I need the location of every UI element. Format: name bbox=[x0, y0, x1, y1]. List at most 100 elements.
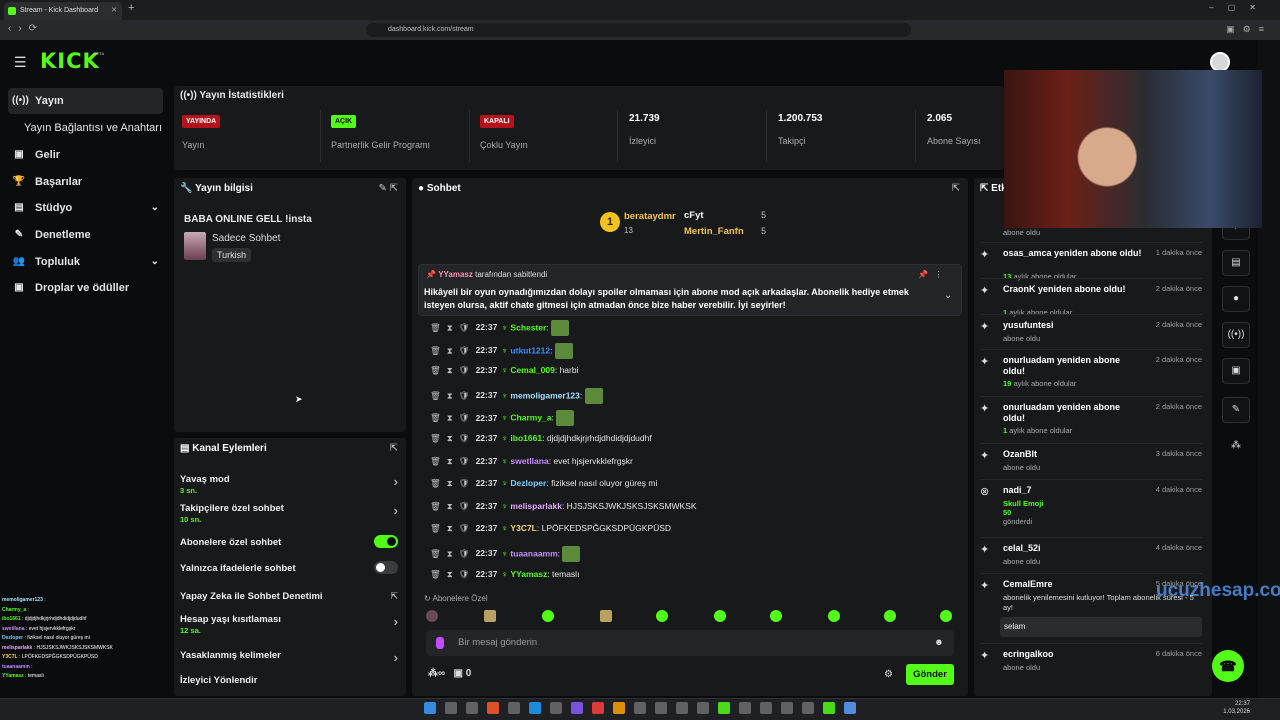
taskbar-app-icon[interactable] bbox=[655, 702, 667, 714]
browser-tab[interactable]: Stream - Kick Dashboard ✕ bbox=[4, 2, 122, 20]
activity-name[interactable]: osas_amca yeniden abone oldu! bbox=[1003, 248, 1143, 259]
activity-name[interactable]: celal_52i bbox=[1003, 543, 1143, 554]
mod-tools-icon[interactable]: 🗑⧗🛡 bbox=[430, 345, 476, 355]
mod-tools-icon[interactable]: 🗑⧗🛡 bbox=[430, 523, 476, 533]
mod-tools-icon[interactable]: 🗑⧗🛡 bbox=[430, 456, 476, 466]
mod-tools-icon[interactable]: 🗑⧗🛡 bbox=[430, 548, 476, 558]
message-username[interactable]: Cemal_009 bbox=[510, 365, 554, 375]
mod-tools-icon[interactable]: 🗑⧗🛡 bbox=[430, 569, 476, 579]
activity-name[interactable]: yusufuntesi bbox=[1003, 320, 1143, 331]
url-field[interactable]: dashboard.kick.com/stream bbox=[366, 23, 911, 37]
mic-icon[interactable] bbox=[436, 637, 444, 649]
mod-tools-icon[interactable]: 🗑⧗🛡 bbox=[430, 365, 476, 375]
edit-and-popout-icon[interactable]: ✎ ⇱ bbox=[378, 183, 398, 194]
leaderboard-name-3[interactable]: Mertin_Fanfn bbox=[684, 226, 744, 237]
taskbar-app-icon[interactable] bbox=[697, 702, 709, 714]
activity-name[interactable]: OzanBlt bbox=[1003, 449, 1143, 460]
sidebar-item-gelir[interactable]: ▣ Gelir bbox=[8, 142, 163, 168]
emote-picker-icon[interactable] bbox=[484, 610, 496, 622]
mod-tools-icon[interactable]: 🗑⧗🛡 bbox=[430, 390, 476, 400]
activity-name[interactable]: nadi_7 bbox=[1003, 485, 1143, 496]
mod-tools-icon[interactable]: 🗑⧗🛡 bbox=[430, 322, 476, 332]
taskbar-app-icon[interactable] bbox=[571, 702, 583, 714]
new-tab-icon[interactable]: + bbox=[128, 2, 134, 14]
taskbar-app-icon[interactable] bbox=[550, 702, 562, 714]
leaderboard-name-2[interactable]: cFyt bbox=[684, 210, 704, 221]
support-button[interactable]: ☎ bbox=[1212, 650, 1244, 682]
menu-icon[interactable]: ☰ bbox=[14, 54, 27, 71]
taskbar-app-icon[interactable] bbox=[487, 702, 499, 714]
ai-moderation-row[interactable]: Yapay Zeka ile Sohbet Denetimi ⇱ bbox=[180, 591, 402, 602]
taskbar-app-icon[interactable] bbox=[823, 702, 835, 714]
taskbar-app-icon[interactable] bbox=[676, 702, 688, 714]
window-controls[interactable]: –▢✕ bbox=[1209, 3, 1270, 12]
taskbar-app-icon[interactable] bbox=[802, 702, 814, 714]
rail-notes-icon[interactable]: ▤ bbox=[1222, 250, 1250, 276]
rail-broadcast-icon[interactable]: ((•)) bbox=[1222, 322, 1250, 348]
message-username[interactable]: Dezloper bbox=[510, 478, 546, 488]
emote-picker-icon[interactable] bbox=[426, 610, 438, 622]
browser-actions-icon[interactable]: ▣⚙≡ bbox=[1226, 24, 1272, 35]
close-tab-icon[interactable]: ✕ bbox=[111, 2, 117, 20]
subscribers-only-toggle[interactable] bbox=[374, 535, 398, 548]
taskbar-app-icon[interactable] bbox=[760, 702, 772, 714]
emote-picker-icon[interactable] bbox=[770, 610, 782, 622]
mod-tools-icon[interactable]: 🗑⧗🛡 bbox=[430, 413, 476, 423]
taskbar-app-icon[interactable] bbox=[739, 702, 751, 714]
chevron-down-icon[interactable]: ⌄ bbox=[944, 290, 952, 301]
popout-icon[interactable]: ⇱ bbox=[390, 443, 398, 454]
rail-actions-icon[interactable]: ▣ bbox=[1222, 358, 1250, 384]
sidebar-item-stream-key[interactable]: Yayın Bağlantısı ve Anahtarı bbox=[8, 115, 163, 141]
taskbar-app-icon[interactable] bbox=[718, 702, 730, 714]
activity-name[interactable]: onurluadam yeniden abone oldu! bbox=[1003, 355, 1143, 377]
message-username[interactable]: melisparlakk bbox=[510, 501, 562, 511]
send-button[interactable]: Gönder bbox=[906, 664, 954, 685]
popout-icon[interactable]: ⇱ bbox=[952, 183, 960, 194]
sidebar-item-topluluk[interactable]: 👥 Topluluk ⌄ bbox=[8, 249, 163, 275]
taskbar-app-icon[interactable] bbox=[592, 702, 604, 714]
taskbar-app-icon[interactable] bbox=[844, 702, 856, 714]
message-username[interactable]: tuaanaamm bbox=[510, 548, 557, 558]
slow-mode-row[interactable]: Yavaş mod 3 sn. › bbox=[180, 474, 402, 495]
redirect-viewers-row[interactable]: İzleyici Yönlendir bbox=[180, 675, 402, 686]
emote-only-toggle[interactable] bbox=[374, 561, 398, 574]
rail-moderation-icon[interactable]: ✎ bbox=[1222, 397, 1250, 423]
taskbar-app-icon[interactable] bbox=[781, 702, 793, 714]
points-icon[interactable]: ⁂∞ bbox=[428, 668, 445, 679]
emote-picker-icon[interactable] bbox=[714, 610, 726, 622]
emote-picker-icon[interactable] bbox=[656, 610, 668, 622]
kick-logo[interactable]: KICK bbox=[40, 49, 100, 73]
message-username[interactable]: Schester bbox=[510, 322, 546, 332]
taskbar-app-icon[interactable] bbox=[529, 702, 541, 714]
sidebar-item-yayin[interactable]: ((•)) Yayın bbox=[8, 88, 163, 114]
activity-name[interactable]: CraonK yeniden abone oldu! bbox=[1003, 284, 1143, 295]
emote-picker-icon[interactable] bbox=[828, 610, 840, 622]
message-username[interactable]: ibo1661 bbox=[510, 433, 542, 443]
emote-picker-icon[interactable] bbox=[940, 610, 952, 622]
banned-words-row[interactable]: Yasaklanmış kelimeler › bbox=[180, 650, 402, 665]
taskbar-app-icon[interactable] bbox=[424, 702, 436, 714]
sidebar-item-droplar[interactable]: ▣ Droplar ve ödüller bbox=[8, 275, 163, 301]
emoji-icon[interactable]: ☻ bbox=[934, 630, 944, 656]
leaderboard-top-name[interactable]: berataydmr bbox=[624, 211, 676, 222]
rail-chat-icon[interactable]: ● bbox=[1222, 286, 1250, 312]
message-username[interactable]: Y3C7L bbox=[510, 523, 536, 533]
sidebar-item-basarilar[interactable]: 🏆 Başarılar bbox=[8, 169, 163, 195]
activity-name[interactable]: onurluadam yeniden abone oldu! bbox=[1003, 402, 1143, 424]
chat-input[interactable]: Bir mesaj gönderin ☻ bbox=[426, 630, 954, 656]
chat-settings-icon[interactable]: ⚙ bbox=[884, 669, 893, 680]
nav-buttons-icon[interactable]: ‹›⟳ bbox=[8, 23, 44, 34]
activity-name[interactable]: CemalEmre bbox=[1003, 579, 1143, 590]
taskbar-app-icon[interactable] bbox=[508, 702, 520, 714]
message-username[interactable]: Charmy_a bbox=[510, 413, 551, 423]
sidebar-item-studyo[interactable]: ▤ Stüdyo ⌄ bbox=[8, 195, 163, 221]
emote-picker-icon[interactable] bbox=[884, 610, 896, 622]
taskbar-app-icon[interactable] bbox=[445, 702, 457, 714]
taskbar-app-icon[interactable] bbox=[613, 702, 625, 714]
pin-and-more-icon[interactable]: 📌 ⋮ bbox=[918, 270, 943, 279]
user-avatar[interactable] bbox=[1210, 52, 1230, 72]
rail-more-icon[interactable]: ⁂ bbox=[1222, 434, 1250, 460]
activity-name[interactable]: ecringalkoo bbox=[1003, 649, 1143, 660]
mod-tools-icon[interactable]: 🗑⧗🛡 bbox=[430, 501, 476, 511]
emote-picker-icon[interactable] bbox=[542, 610, 554, 622]
